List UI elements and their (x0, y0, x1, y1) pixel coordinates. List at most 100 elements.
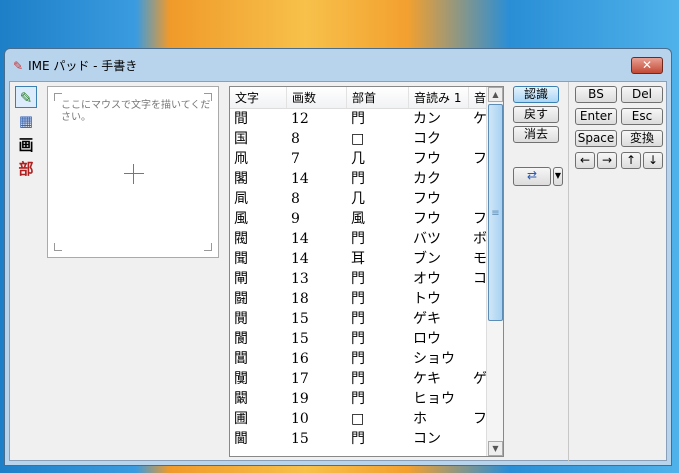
cell: 15 (291, 331, 309, 347)
cell: 門 (351, 171, 365, 187)
enter-key[interactable]: Enter (575, 108, 617, 125)
cell: 12 (291, 111, 309, 127)
convert-key[interactable]: 変換 (621, 130, 663, 147)
handwriting-pad[interactable]: ここにマウスで文字を描いてください。 (47, 86, 219, 258)
cell (469, 169, 487, 189)
table-row[interactable]: 閣 14 門 カク (230, 169, 503, 189)
left-arrow-key[interactable]: ← (575, 152, 595, 169)
cell: 門 (351, 351, 365, 367)
right-arrow-key[interactable]: → (597, 152, 617, 169)
dropdown-arrow-icon[interactable]: ▼ (553, 167, 563, 186)
switch-view-button[interactable]: ⇄ (513, 167, 551, 186)
cell: 闃 (234, 371, 248, 387)
cell: 閶 (234, 351, 248, 367)
cell: 閘 (234, 271, 248, 287)
column-header[interactable]: 音読み 1 (409, 87, 469, 108)
table-row[interactable]: 風 9 風 フウ フ (230, 209, 503, 229)
cell: ゲ (473, 371, 487, 387)
table-row[interactable]: 閬 15 門 ロウ (230, 329, 503, 349)
space-key[interactable]: Space (575, 130, 617, 147)
column-header[interactable]: 画数 (287, 87, 347, 108)
cell: 7 (291, 151, 300, 167)
ime-app-icon: ✎ (13, 58, 24, 73)
cell: 閫 (234, 431, 248, 447)
cell: 門 (351, 391, 365, 407)
cell: オウ (413, 271, 441, 287)
scroll-thumb[interactable]: ≡ (488, 104, 503, 321)
cell: 闞 (234, 391, 248, 407)
table-row[interactable]: 閥 14 門 バツ ボ (230, 229, 503, 249)
table-row[interactable]: 閶 16 門 ショウ (230, 349, 503, 369)
cell: フ (473, 211, 487, 227)
stroke-count-icon[interactable]: 画 (15, 134, 37, 156)
cell: コ (473, 271, 487, 287)
recognize-button[interactable]: 認識 (513, 86, 559, 103)
cell (469, 189, 487, 209)
pad-hint: ここにマウスで文字を描いてください。 (61, 100, 211, 123)
cell: 13 (291, 271, 309, 287)
cell: 凬 (234, 191, 248, 207)
cell: 閴 (234, 311, 248, 327)
scroll-down-button[interactable]: ▼ (488, 441, 503, 456)
column-header[interactable]: 文字 (230, 87, 287, 108)
scroll-up-button[interactable]: ▲ (488, 87, 503, 102)
down-arrow-key[interactable]: ↓ (643, 152, 663, 169)
cell: ケ (473, 111, 487, 127)
bs-key[interactable]: BS (575, 86, 617, 103)
table-row[interactable]: 間 12 門 カン ケ (230, 109, 503, 129)
table-row[interactable]: 凬 8 几 フウ (230, 189, 503, 209)
cell: 閬 (234, 331, 248, 347)
cell: バツ (413, 231, 441, 247)
ime-pad-window: ✎ IME パッド - 手書き ✕ ✎ ▦ 画 部 ここにマウスで文字を描いてく… (4, 48, 672, 466)
pencil-icon[interactable]: ✎ (15, 86, 37, 108)
cell: 18 (291, 291, 309, 307)
cell: モ (473, 251, 487, 267)
cell: 9 (291, 211, 300, 227)
table-row[interactable]: 聞 14 耳 ブン モ (230, 249, 503, 269)
cell: 几 (351, 191, 365, 207)
window-title: IME パッド - 手書き (28, 59, 138, 73)
cell: 閥 (234, 231, 248, 247)
table-row[interactable]: 闞 19 門 ヒョウ (230, 389, 503, 409)
cell (469, 349, 487, 369)
cell: 14 (291, 231, 309, 247)
clear-button[interactable]: 消去 (513, 126, 559, 143)
del-key[interactable]: Del (621, 86, 663, 103)
cell: フウ (413, 211, 441, 227)
cell: フ (473, 411, 487, 427)
column-header[interactable]: 部首 (347, 87, 409, 108)
table-row[interactable]: 閫 15 門 コン (230, 429, 503, 449)
cell: □ (351, 131, 365, 147)
close-button[interactable]: ✕ (631, 57, 663, 74)
cell: 閣 (234, 171, 248, 187)
table-row[interactable]: 闃 17 門 ケキ ゲ (230, 369, 503, 389)
cell: 門 (351, 311, 365, 327)
scrollbar[interactable]: ▲ ≡ ▼ (486, 87, 503, 456)
cell: 14 (291, 171, 309, 187)
cell: 門 (351, 111, 365, 127)
cell: フウ (413, 151, 441, 167)
up-arrow-key[interactable]: ↑ (621, 152, 641, 169)
table-row[interactable]: 閴 15 門 ゲキ (230, 309, 503, 329)
back-button[interactable]: 戻す (513, 106, 559, 123)
table-row[interactable]: 圃 10 □ ホ フ (230, 409, 503, 429)
candidate-list[interactable]: 文字 画数 部首 音読み 1音 間 12 門カンケ国 8 □ コク凧 7 几フウフ閣 14 門カク凬 8 几… (229, 86, 504, 457)
title-bar: ✎ IME パッド - 手書き (13, 57, 137, 74)
table-row[interactable]: 国 8 □ コク (230, 129, 503, 149)
cell: トウ (413, 291, 441, 307)
cell (469, 309, 487, 329)
cell: 8 (291, 191, 300, 207)
softkeyboard-icon[interactable]: ▦ (15, 110, 37, 132)
cell: ブン (413, 251, 441, 267)
cell (469, 289, 487, 309)
column-header[interactable]: 音 (469, 87, 487, 108)
radical-icon[interactable]: 部 (15, 158, 37, 180)
cell: ショウ (413, 351, 455, 367)
table-row[interactable]: 閘 13 門 オウ コ (230, 269, 503, 289)
cell: 14 (291, 251, 309, 267)
esc-key[interactable]: Esc (621, 108, 663, 125)
cell: 門 (351, 431, 365, 447)
table-row[interactable]: 凧 7 几 フウ フ (230, 149, 503, 169)
table-row[interactable]: 闘 18 門 トウ (230, 289, 503, 309)
cell: 風 (234, 211, 248, 227)
